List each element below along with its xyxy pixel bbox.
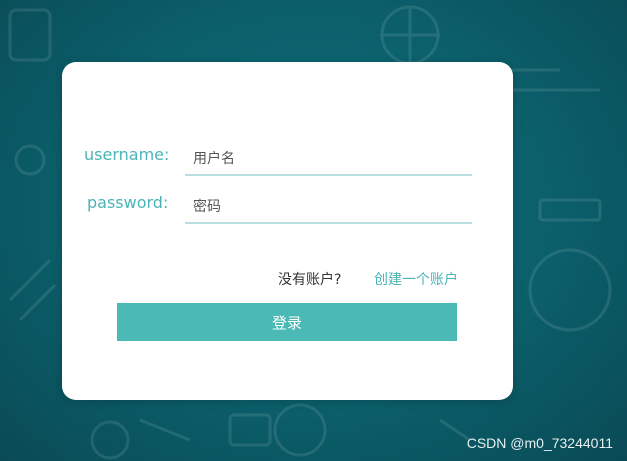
watermark: CSDN @m0_73244011	[466, 435, 613, 451]
username-input[interactable]	[185, 144, 472, 176]
create-account-link[interactable]: 创建一个账户	[374, 269, 458, 289]
username-label: username:	[84, 145, 170, 164]
password-label: password:	[87, 193, 169, 212]
no-account-text: 没有账户?	[278, 272, 342, 288]
password-input[interactable]	[185, 192, 472, 224]
login-button[interactable]: 登录	[117, 303, 457, 341]
login-card: username: password: 没有账户? 创建一个账户 登录	[62, 62, 513, 400]
